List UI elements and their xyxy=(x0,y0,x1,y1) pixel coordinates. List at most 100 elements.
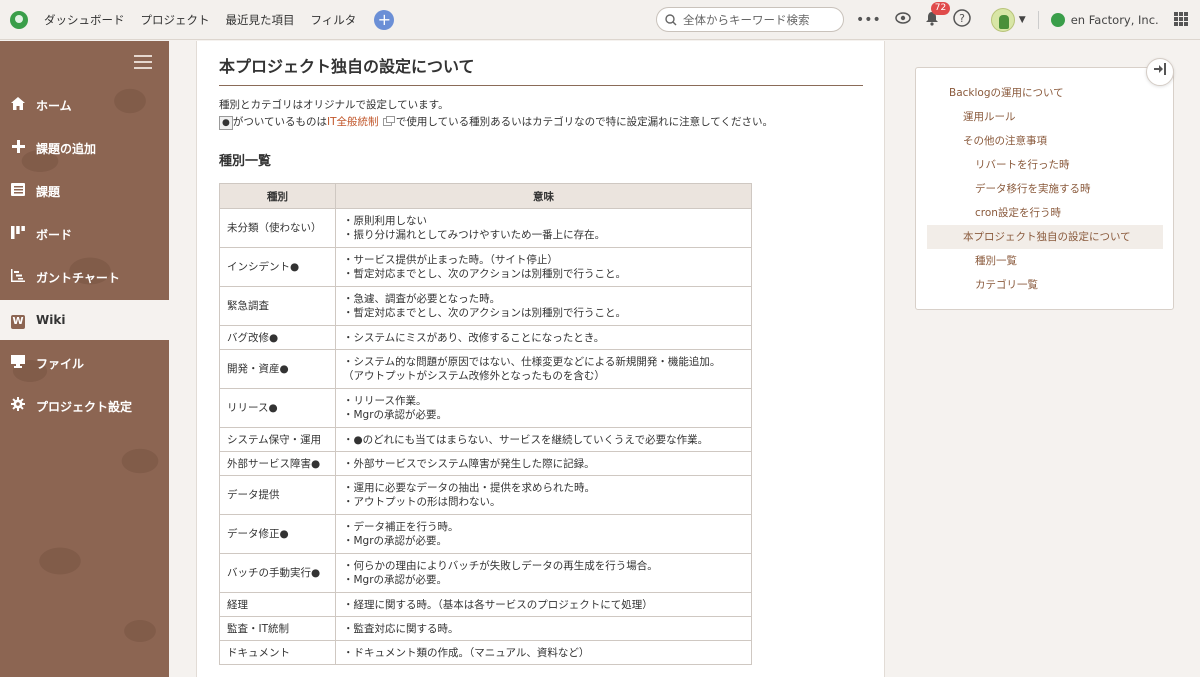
chevron-down-icon[interactable]: ▼ xyxy=(1019,15,1026,25)
meaning-cell: ・ドキュメント類の作成。（マニュアル、資料など） xyxy=(335,640,752,665)
table-row: 経理 ・経理に関する時。（基本は各サービスのプロジェクトにて処理） xyxy=(219,592,752,617)
apps-grid-icon[interactable] xyxy=(1174,12,1188,26)
type-cell: 経理 xyxy=(219,592,336,617)
toc-item[interactable]: cron設定を行う時 xyxy=(975,201,1061,225)
notification-bell-icon[interactable]: 72 xyxy=(925,1,951,30)
table-row: 外部サービス障害● ・外部サービスでシステム障害が発生した際に記録。 xyxy=(219,451,752,476)
note-text: ● がついているものはIT全般統制 で使用している種別あるいはカテゴリなので特に設… xyxy=(219,114,773,131)
section-heading: 種別一覧 xyxy=(219,154,272,169)
plus-icon xyxy=(10,139,26,157)
company-name[interactable]: en Factory, Inc. xyxy=(1071,13,1159,27)
sidebar-item-project-settings[interactable]: プロジェクト設定 xyxy=(0,386,169,426)
help-icon[interactable]: ? xyxy=(953,9,971,31)
nav-projects[interactable]: プロジェクト xyxy=(141,12,210,28)
toc-item[interactable]: カテゴリ一覧 xyxy=(975,273,1038,297)
table-row: バッチの手動実行● ・何らかの理由によりバッチが失敗しデータの再生成を行う場合。 … xyxy=(219,553,752,593)
table-row: バグ改修● ・システムにミスがあり、改修することになったとき。 xyxy=(219,325,752,350)
table-row: データ提供 ・運用に必要なデータの抽出・提供を求められた時。 ・アウトプットの形は… xyxy=(219,475,752,515)
it-control-link[interactable]: IT全般統制 xyxy=(327,116,379,128)
hamburger-menu-icon[interactable] xyxy=(134,55,152,69)
type-cell: バグ改修● xyxy=(219,325,336,350)
meaning-cell: ・監査対応に関する時。 xyxy=(335,616,752,641)
sidebar-item-label: プロジェクト設定 xyxy=(36,399,133,414)
nav-dashboard[interactable]: ダッシュボード xyxy=(44,12,125,28)
table-row: インシデント● ・サービス提供が止まった時。（サイト停止） ・暫定対応までとし、次… xyxy=(219,247,752,287)
sidebar-item-label: 課題の追加 xyxy=(36,141,97,156)
type-cell: 未分類（使わない） xyxy=(219,208,336,248)
sidebar-item-label: 課題 xyxy=(36,184,61,199)
page-title: 本プロジェクト独自の設定について xyxy=(219,53,863,86)
sidebar-item-files[interactable]: ファイル xyxy=(0,343,169,383)
type-cell: 緊急調査 xyxy=(219,286,336,326)
toc-item[interactable]: 種別一覧 xyxy=(975,249,1017,273)
toc-item[interactable]: データ移行を実施する時 xyxy=(975,177,1091,201)
backlog-logo[interactable] xyxy=(10,10,28,29)
sidebar-item-issues[interactable]: 課題 xyxy=(0,171,169,211)
divider xyxy=(1037,11,1039,29)
type-table: 種別 意味 未分類（使わない） ・原則利用しない ・振り分け漏れとしてみつけやすい… xyxy=(219,183,752,665)
meaning-cell: ・リリース作業。 ・Mgrの承認が必要。 xyxy=(335,388,752,428)
svg-text:?: ? xyxy=(959,12,965,25)
table-header: 意味 xyxy=(335,183,752,209)
type-cell: データ提供 xyxy=(219,475,336,515)
external-link-icon xyxy=(382,116,395,126)
meaning-cell: ・システム的な問題が原因ではない、仕様変更などによる新規開発・機能追加。 （アウ… xyxy=(335,349,752,389)
meaning-cell: ・何らかの理由によりバッチが失敗しデータの再生成を行う場合。 ・Mgrの承認が必… xyxy=(335,553,752,593)
toc-item[interactable]: 本プロジェクト独自の設定について xyxy=(927,225,1163,249)
table-row: システム保守・運用 ・●のどれにも当てはまらない、サービスを継続していくうえで必要… xyxy=(219,427,752,452)
board-icon xyxy=(10,225,26,243)
nav-recent[interactable]: 最近見た項目 xyxy=(226,12,295,28)
type-cell: バッチの手動実行● xyxy=(219,553,336,593)
type-cell: リリース● xyxy=(219,388,336,428)
sidebar-item-label: ボード xyxy=(36,227,73,242)
meaning-cell: ・急遽、調査が必要となった時。 ・暫定対応までとし、次のアクションは別種別で行う… xyxy=(335,286,752,326)
wiki-content: 本プロジェクト独自の設定について 種別とカテゴリはオリジナルで設定しています。 … xyxy=(196,41,885,677)
topbar-icons: ••• 72 ? ▼ en Factory, Inc. xyxy=(856,0,1159,40)
meaning-cell: ・経理に関する時。（基本は各サービスのプロジェクトにて処理） xyxy=(335,592,752,617)
toc-collapse-icon[interactable] xyxy=(1146,58,1174,86)
table-row: 監査・IT統制 ・監査対応に関する時。 xyxy=(219,616,752,641)
table-row: データ修正● ・データ補正を行う時。 ・Mgrの承認が必要。 xyxy=(219,514,752,554)
search-input[interactable] xyxy=(683,12,833,27)
type-cell: システム保守・運用 xyxy=(219,427,336,452)
sidebar-item-add-issue[interactable]: 課題の追加 xyxy=(0,128,169,168)
note-part-b: で使用している種別あるいはカテゴリなので特に設定漏れに注意してください。 xyxy=(395,116,773,128)
list-icon xyxy=(10,182,26,200)
table-header: 種別 xyxy=(219,183,336,209)
gantt-icon xyxy=(10,268,26,286)
table-row: リリース● ・リリース作業。 ・Mgrの承認が必要。 xyxy=(219,388,752,428)
sidebar-item-home[interactable]: ホーム xyxy=(0,85,169,125)
toc-item[interactable]: Backlogの運用について xyxy=(949,81,1064,105)
meaning-cell: ・外部サービスでシステム障害が発生した際に記録。 xyxy=(335,451,752,476)
home-icon xyxy=(10,96,26,114)
table-row: ドキュメント ・ドキュメント類の作成。（マニュアル、資料など） xyxy=(219,640,752,665)
avatar[interactable] xyxy=(990,8,1015,32)
toc-item[interactable]: 運用ルール xyxy=(963,105,1016,129)
wiki-icon: W xyxy=(11,314,25,329)
add-button[interactable]: + xyxy=(374,9,395,30)
table-header-row: 種別 意味 xyxy=(219,183,752,209)
sidebar-item-label: Wiki xyxy=(36,313,66,327)
type-cell: 監査・IT統制 xyxy=(219,616,336,641)
table-row: 未分類（使わない） ・原則利用しない ・振り分け漏れとしてみつけやすいため一番上に… xyxy=(219,208,752,248)
toc-item[interactable]: リバートを行った時 xyxy=(975,153,1070,177)
type-cell: ドキュメント xyxy=(219,640,336,665)
sidebar-item-wiki[interactable]: W Wiki xyxy=(0,300,169,340)
meaning-cell: ・運用に必要なデータの抽出・提供を求められた時。 ・アウトプットの形は問わない。 xyxy=(335,475,752,515)
meaning-cell: ・サービス提供が止まった時。（サイト停止） ・暫定対応までとし、次のアクションは… xyxy=(335,247,752,287)
sidebar-item-label: ホーム xyxy=(36,98,72,113)
sidebar: ホーム 課題の追加 課題 ボード ガントチャート W Wiki ファイル プロジ… xyxy=(0,41,169,677)
sidebar-item-board[interactable]: ボード xyxy=(0,214,169,254)
nav-filter[interactable]: フィルタ xyxy=(311,12,357,28)
search-box[interactable] xyxy=(656,7,844,32)
toc-item[interactable]: その他の注意事項 xyxy=(963,129,1047,153)
meaning-cell: ・データ補正を行う時。 ・Mgrの承認が必要。 xyxy=(335,514,752,554)
type-cell: 開発・資産● xyxy=(219,349,336,389)
type-cell: インシデント● xyxy=(219,247,336,287)
sidebar-item-label: ファイル xyxy=(36,356,85,371)
more-icon[interactable]: ••• xyxy=(856,12,881,28)
note-part-a: がついているものは xyxy=(232,116,328,128)
file-icon xyxy=(10,354,26,372)
sidebar-item-gantt[interactable]: ガントチャート xyxy=(0,257,169,297)
watch-eye-icon[interactable] xyxy=(895,12,911,28)
